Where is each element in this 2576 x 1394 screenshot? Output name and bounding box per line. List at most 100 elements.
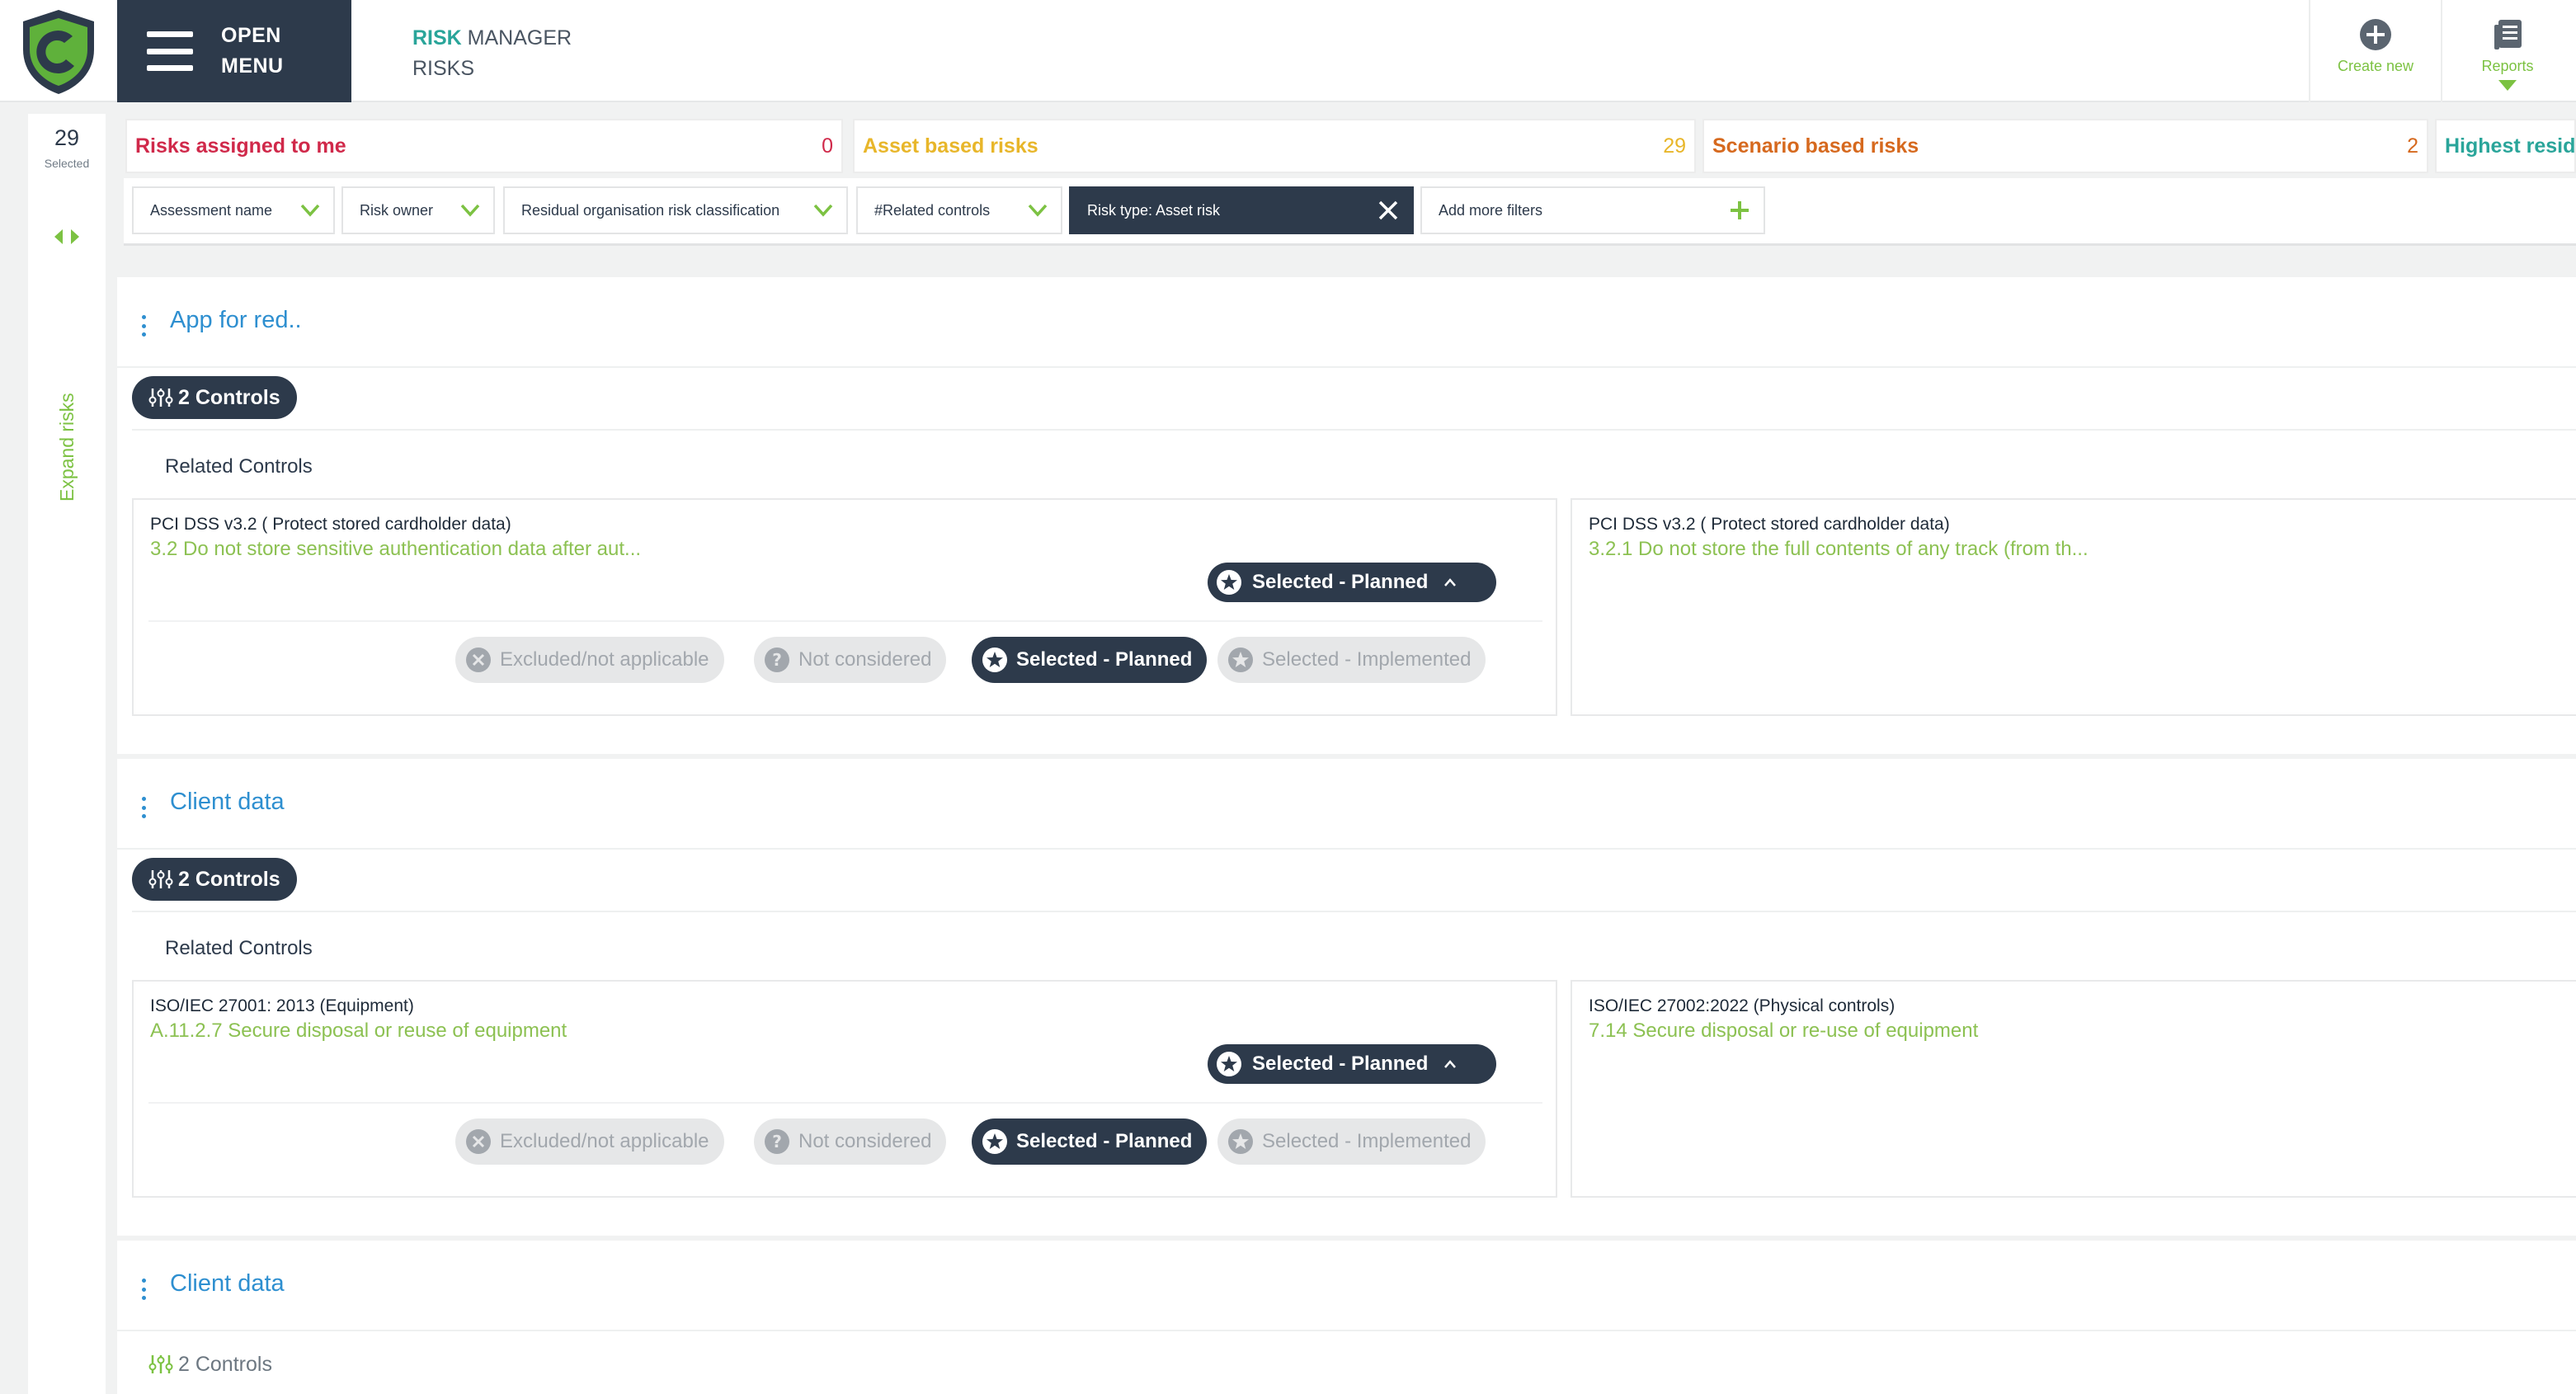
question-circle-icon: ? (765, 648, 789, 672)
card-risks-assigned[interactable]: Risks assigned to me 0 (125, 119, 843, 173)
control-description[interactable]: 7.14 Secure disposal or re-use of equipm… (1589, 1020, 1978, 1043)
option-label: Excluded/not applicable (500, 1130, 709, 1152)
card-label: Scenario based risks (1712, 134, 1919, 158)
group-header: Client data (117, 1241, 2576, 1331)
plus-circle-icon (2360, 19, 2391, 50)
option-label: Excluded/not applicable (500, 648, 709, 671)
reports-label: Reports (2481, 58, 2534, 74)
star-circle-icon (1228, 648, 1253, 672)
control-card: ISO/IEC 27002:2022 (Physical controls) 7… (1571, 980, 2576, 1198)
risk-group: Client data 2 Controls (117, 1241, 2576, 1394)
card-highest-residual-risks[interactable]: Highest residual risks (2435, 119, 2576, 173)
controls-count-label: 2 Controls (178, 1352, 272, 1376)
option-not-considered[interactable]: ? Not considered (754, 637, 947, 683)
option-excluded[interactable]: Excluded/not applicable (455, 1118, 724, 1165)
filter-bar: Assessment name Risk owner Residual orga… (124, 178, 2576, 246)
filter-label: Assessment name (150, 201, 273, 219)
filter-related-controls[interactable]: #Related controls (856, 186, 1062, 234)
option-excluded[interactable]: Excluded/not applicable (455, 637, 724, 683)
top-bar: OPEN MENU RISK MANAGER RISKS Create new … (0, 0, 2576, 102)
caret-down-icon (2498, 80, 2517, 91)
open-menu-button[interactable]: OPEN MENU (117, 0, 351, 102)
add-more-filters-button[interactable]: Add more filters (1420, 186, 1765, 234)
group-title[interactable]: Client data (170, 1270, 285, 1297)
option-label: Not considered (798, 1130, 932, 1152)
x-circle-icon (466, 1129, 491, 1154)
sliders-icon (148, 870, 173, 888)
svg-text:?: ? (772, 1132, 782, 1151)
option-label: Not considered (798, 648, 932, 671)
kebab-menu-icon[interactable] (140, 797, 147, 818)
controls-count-button[interactable]: 2 Controls (132, 376, 297, 419)
option-label: Selected - Planned (1016, 648, 1193, 671)
option-selected-planned[interactable]: Selected - Planned (972, 637, 1208, 683)
close-icon[interactable] (1377, 200, 1399, 221)
divider (148, 1102, 1542, 1104)
control-name: PCI DSS v3.2 ( Protect stored cardholder… (1589, 515, 1950, 534)
star-circle-icon (982, 648, 1007, 672)
chevron-down-icon (1028, 204, 1048, 217)
filter-label: Risk owner (360, 201, 434, 219)
kebab-menu-icon[interactable] (140, 1279, 147, 1300)
chevron-down-icon (460, 204, 480, 217)
hamburger-icon (147, 31, 193, 71)
option-selected-implemented[interactable]: Selected - Implemented (1217, 1118, 1486, 1165)
filter-label: Risk type: Asset risk (1087, 201, 1221, 219)
status-dropdown[interactable]: Selected - Planned (1208, 563, 1496, 602)
control-description[interactable]: 3.2 Do not store sensitive authenticatio… (150, 538, 641, 561)
status-dropdown[interactable]: Selected - Planned (1208, 1044, 1496, 1084)
app-title-accent: RISK (412, 26, 462, 49)
reports-icon (2494, 20, 2522, 49)
divider (132, 429, 2576, 431)
filter-risk-owner[interactable]: Risk owner (341, 186, 495, 234)
app-logo[interactable] (13, 7, 104, 96)
sliders-icon (148, 1355, 173, 1373)
filter-residual-classification[interactable]: Residual organisation risk classificatio… (503, 186, 848, 234)
card-count: 29 (1663, 134, 1686, 158)
expand-arrows-icon[interactable] (53, 228, 81, 246)
svg-text:?: ? (772, 650, 782, 670)
option-not-considered[interactable]: ? Not considered (754, 1118, 947, 1165)
card-scenario-based-risks[interactable]: Scenario based risks 2 (1702, 119, 2428, 173)
related-controls-heading: Related Controls (165, 455, 313, 478)
kebab-menu-icon[interactable] (140, 315, 147, 337)
option-selected-implemented[interactable]: Selected - Implemented (1217, 637, 1486, 683)
controls-count-button[interactable]: 2 Controls (132, 858, 297, 901)
create-new-button[interactable]: Create new (2309, 0, 2441, 102)
option-label: Selected - Planned (1016, 1130, 1193, 1152)
divider (148, 620, 1542, 622)
filter-label: Residual organisation risk classificatio… (521, 201, 780, 219)
chevron-down-icon (300, 204, 320, 217)
group-header: Client data (117, 759, 2576, 850)
option-selected-planned[interactable]: Selected - Planned (972, 1118, 1208, 1165)
card-label: Highest residual risks (2445, 134, 2576, 158)
question-circle-icon: ? (765, 1129, 789, 1154)
group-title[interactable]: Client data (170, 789, 285, 816)
controls-count-label: 2 Controls (178, 385, 280, 409)
status-label: Selected - Planned (1252, 571, 1429, 593)
app-title: RISK MANAGER RISKS (412, 23, 572, 84)
filter-risk-type[interactable]: Risk type: Asset risk (1069, 186, 1414, 234)
control-name: ISO/IEC 27002:2022 (Physical controls) (1589, 996, 1896, 1015)
control-name: PCI DSS v3.2 ( Protect stored cardholder… (150, 515, 511, 534)
filter-assessment-name[interactable]: Assessment name (132, 186, 335, 234)
option-label: Selected - Implemented (1262, 648, 1472, 671)
reports-button[interactable]: Reports (2441, 0, 2573, 102)
option-label: Selected - Implemented (1262, 1130, 1472, 1152)
expand-risks-toggle[interactable]: Expand risks (53, 271, 81, 502)
control-description[interactable]: A.11.2.7 Secure disposal or reuse of equ… (150, 1020, 567, 1043)
status-label: Selected - Planned (1252, 1053, 1429, 1075)
card-asset-based-risks[interactable]: Asset based risks 29 (853, 119, 1696, 173)
related-controls-heading: Related Controls (165, 937, 313, 959)
control-description[interactable]: 3.2.1 Do not store the full contents of … (1589, 538, 2089, 561)
divider (132, 911, 2576, 912)
star-circle-icon (1228, 1129, 1253, 1154)
group-title[interactable]: App for red.. (170, 307, 302, 334)
selected-count: 29 (54, 125, 80, 150)
control-card: ISO/IEC 27001: 2013 (Equipment) A.11.2.7… (132, 980, 1557, 1198)
app-title-rest: MANAGER (461, 26, 572, 49)
star-circle-icon (1217, 1052, 1241, 1076)
chevron-up-icon (1444, 578, 1457, 586)
controls-count-button[interactable]: 2 Controls (148, 1346, 272, 1382)
star-circle-icon (1217, 570, 1241, 595)
